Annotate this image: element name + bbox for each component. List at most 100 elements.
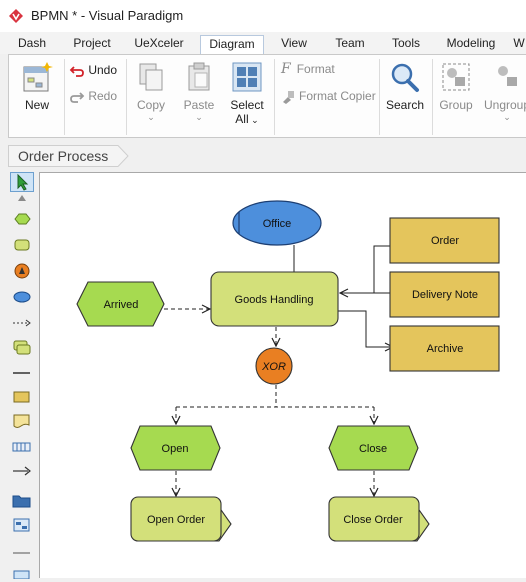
- search-button[interactable]: Search: [385, 61, 425, 121]
- redo-label: Redo: [88, 89, 118, 103]
- tab-team[interactable]: Team: [328, 35, 372, 55]
- copy-label: Copy: [136, 98, 165, 112]
- select-all-chevron-icon: ⌄: [248, 115, 259, 125]
- arrived-label: Arrived: [104, 299, 139, 311]
- event-tool[interactable]: [10, 210, 34, 230]
- organization-tool[interactable]: [10, 288, 34, 308]
- tab-diagram[interactable]: Diagram: [200, 35, 264, 55]
- paste-icon: [188, 62, 210, 91]
- diagram-canvas[interactable]: Office Goods Handling Arrived Order Deli…: [39, 172, 526, 578]
- subprocess-tool[interactable]: [10, 338, 34, 358]
- redo-button[interactable]: Redo: [69, 89, 121, 107]
- tab-uexceler[interactable]: UeXceler: [128, 35, 190, 55]
- breadcrumb-label: Order Process: [18, 148, 109, 164]
- order-node[interactable]: Order: [389, 217, 500, 264]
- tab-window[interactable]: W: [512, 35, 526, 55]
- app-logo-icon: [9, 9, 23, 23]
- connector-tool[interactable]: [10, 314, 34, 334]
- divider-icon: [13, 552, 30, 554]
- breadcrumb-item-order-process[interactable]: Order Process: [8, 145, 130, 167]
- xor-gateway-node[interactable]: XOR: [255, 347, 293, 385]
- search-label: Search: [385, 98, 425, 112]
- gateway-tool[interactable]: [10, 262, 34, 282]
- delivery-note-node[interactable]: Delivery Note: [389, 271, 500, 318]
- folder-icon: [12, 495, 31, 508]
- close-label: Close: [359, 443, 387, 455]
- dashed-arrow-icon: [13, 319, 31, 327]
- open-label: Open: [162, 443, 189, 455]
- ungroup-label: Ungroup: [483, 98, 526, 112]
- tab-project[interactable]: Project: [68, 35, 116, 55]
- format-button[interactable]: F Format: [281, 61, 373, 79]
- close-order-node[interactable]: Close Order: [328, 496, 430, 542]
- format-copier-button[interactable]: Format Copier: [281, 89, 377, 107]
- divider-tool[interactable]: [10, 544, 34, 564]
- ribbon-panel: New Undo Redo Copy ⌄ Paste ⌄ Select All …: [8, 54, 526, 138]
- open-order-label: Open Order: [147, 514, 205, 526]
- select-all-label-line1: Select: [230, 98, 264, 112]
- goods-handling-node[interactable]: Goods Handling: [210, 271, 339, 327]
- flow-arrow-tool[interactable]: [10, 462, 34, 482]
- document-tool[interactable]: [10, 412, 34, 432]
- copy-dropdown-chevron-icon: ⌄: [147, 112, 155, 122]
- information-tool[interactable]: [10, 388, 34, 408]
- pointer-tool[interactable]: [10, 172, 34, 192]
- pool-icon: [12, 442, 31, 452]
- subprocess-icon: [13, 340, 31, 355]
- group-label: Group: [439, 98, 473, 112]
- title-bar: BPMN * - Visual Paradigm: [0, 0, 526, 32]
- tab-dash[interactable]: Dash: [10, 35, 54, 55]
- format-icon: F: [281, 61, 291, 77]
- tab-tools[interactable]: Tools: [384, 35, 428, 55]
- information-rect-icon: [13, 391, 30, 403]
- ungroup-button[interactable]: Ungroup ⌄: [483, 61, 526, 131]
- paste-label: Paste: [183, 98, 215, 112]
- organization-ellipse-icon: [13, 291, 31, 303]
- more-tools[interactable]: [10, 568, 34, 580]
- xor-split-lines: [176, 385, 374, 408]
- scroll-up-arrow[interactable]: [10, 192, 34, 204]
- new-diagram-icon: [23, 62, 53, 92]
- select-all-icon: [232, 62, 262, 92]
- delivery-note-label: Delivery Note: [412, 289, 478, 301]
- gateway-circle-icon: [14, 263, 30, 279]
- group-button[interactable]: Group: [437, 61, 475, 121]
- pool-tool[interactable]: [10, 438, 34, 458]
- copy-button[interactable]: Copy ⌄: [133, 61, 169, 131]
- format-copier-brush-icon: [283, 90, 294, 104]
- pointer-icon: [17, 173, 29, 191]
- new-button[interactable]: New: [17, 61, 57, 117]
- ribbon-tabs: Dash Project UeXceler Diagram View Team …: [0, 32, 526, 55]
- goods-handling-label: Goods Handling: [235, 294, 314, 306]
- close-node[interactable]: Close: [328, 425, 419, 471]
- function-tool[interactable]: [10, 236, 34, 256]
- select-all-label-line2: All: [235, 112, 249, 126]
- open-node[interactable]: Open: [130, 425, 221, 471]
- search-icon: [391, 63, 419, 92]
- diagram-svg: Office Goods Handling Arrived Order Deli…: [76, 200, 500, 542]
- folder-tool[interactable]: [10, 492, 34, 512]
- paste-dropdown-chevron-icon: ⌄: [195, 112, 203, 122]
- line-tool[interactable]: [10, 364, 34, 384]
- tab-view[interactable]: View: [274, 35, 314, 55]
- form-tool[interactable]: [10, 516, 34, 536]
- form-icon: [13, 518, 30, 532]
- redo-icon: [70, 92, 85, 103]
- tab-modeling[interactable]: Modeling: [440, 35, 502, 55]
- format-label: Format: [296, 62, 335, 76]
- paste-button[interactable]: Paste ⌄: [181, 61, 217, 131]
- group-icon: [442, 63, 470, 91]
- xor-label: XOR: [261, 361, 286, 373]
- office-node[interactable]: Office: [232, 200, 322, 246]
- select-all-button[interactable]: Select All ⌄: [227, 61, 267, 131]
- open-order-node[interactable]: Open Order: [130, 496, 232, 542]
- line-icon: [13, 372, 30, 374]
- undo-icon: [69, 66, 84, 77]
- archive-node[interactable]: Archive: [389, 325, 500, 372]
- undo-button[interactable]: Undo: [69, 63, 121, 81]
- function-rect-icon: [14, 239, 30, 251]
- archive-label: Archive: [427, 343, 464, 355]
- undo-label: Undo: [88, 63, 118, 77]
- arrived-node[interactable]: Arrived: [76, 281, 165, 327]
- info-to-goods-bracket: [340, 245, 390, 293]
